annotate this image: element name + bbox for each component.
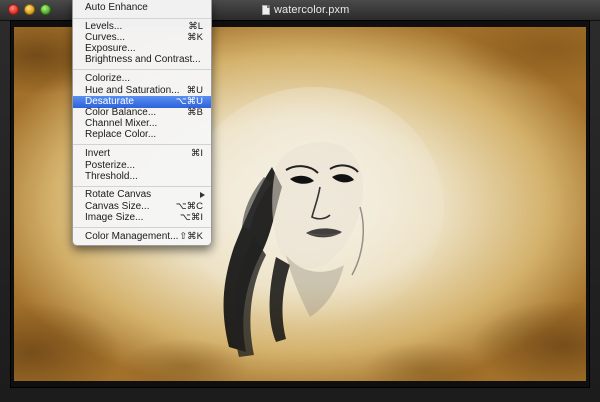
zoom-button[interactable]	[40, 4, 51, 15]
menu-item-label: Threshold...	[85, 171, 138, 182]
menu-item-colorize[interactable]: Colorize...	[73, 73, 211, 85]
close-button[interactable]	[8, 4, 19, 15]
menu-item-label: Brightness and Contrast...	[85, 54, 201, 65]
document-icon	[262, 5, 270, 15]
window-title-text: watercolor.pxm	[274, 4, 350, 16]
adjustments-menu: Auto Enhance Levels... ⌘L Curves... ⌘K E…	[72, 0, 212, 246]
menu-item-rotate-canvas[interactable]: Rotate Canvas	[73, 189, 211, 201]
menu-item-threshold[interactable]: Threshold...	[73, 171, 211, 183]
menu-item-brightness-contrast[interactable]: Brightness and Contrast...	[73, 54, 211, 66]
minimize-button[interactable]	[24, 4, 35, 15]
menu-item-auto-enhance[interactable]: Auto Enhance	[73, 2, 211, 14]
menu-separator	[73, 144, 211, 145]
menu-item-label: Rotate Canvas	[85, 189, 152, 200]
menu-item-label: Image Size...	[85, 212, 144, 223]
menu-item-image-size[interactable]: Image Size... ⌥⌘I	[73, 212, 211, 224]
menu-item-shortcut: ⌥⌘I	[179, 212, 203, 223]
menu-item-replace-color[interactable]: Replace Color...	[73, 129, 211, 141]
menu-separator	[73, 186, 211, 187]
menu-item-shortcut: ⌘I	[190, 148, 203, 159]
menu-item-label: Replace Color...	[85, 129, 157, 140]
menu-item-label: Colorize...	[85, 73, 131, 84]
menu-item-shortcut: ⇧⌘K	[179, 231, 203, 242]
menu-item-label: Color Management...	[85, 231, 179, 242]
app-window: watercolor.pxm Auto Enhance Levels... ⌘L…	[0, 0, 600, 402]
menu-item-color-management[interactable]: Color Management... ⇧⌘K	[73, 231, 211, 243]
menu-item-label: Auto Enhance	[85, 2, 148, 13]
menu-separator	[73, 18, 211, 19]
menu-item-label: Invert	[85, 148, 111, 159]
menu-item-invert[interactable]: Invert ⌘I	[73, 148, 211, 160]
window-title: watercolor.pxm	[262, 3, 349, 17]
submenu-arrow-icon	[200, 192, 205, 198]
menu-separator	[73, 227, 211, 228]
menu-separator	[73, 69, 211, 70]
